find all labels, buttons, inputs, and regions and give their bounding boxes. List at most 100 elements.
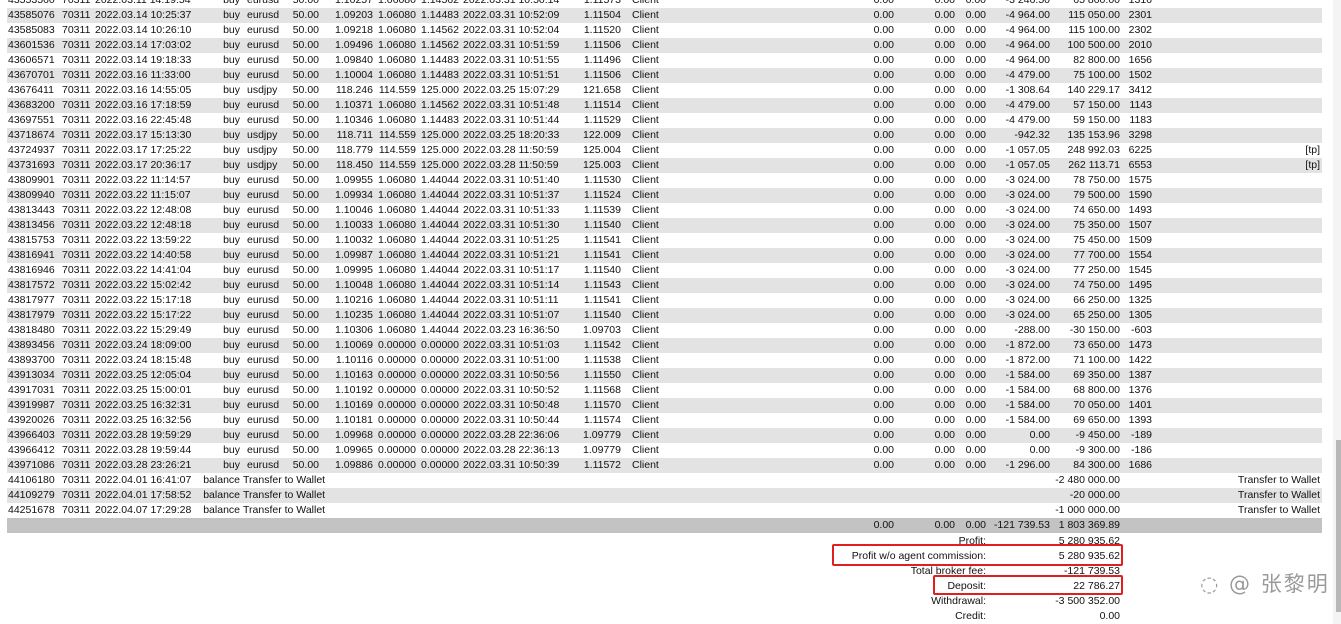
broker-fee-cell: -1 584.00 [1005,414,1050,426]
symbol-cell: eurusd [247,9,280,21]
stop-loss-cell: 1.06080 [378,69,416,81]
commission-cell: 0.00 [873,219,894,231]
commission-cell: 0.00 [873,384,894,396]
table-row[interactable]: 43917031 70311 2022.03.25 15:00:01 buy eurus… [7,383,1322,398]
symbol-cell: eurusd [247,219,280,231]
table-row[interactable]: 43816941 70311 2022.03.22 14:40:58 buy eurus… [7,248,1322,263]
close-price-cell: 1.11530 [583,174,621,186]
profit-cell: 65 250.00 [1073,309,1120,321]
balance-row[interactable]: 44106180 70311 2022.04.01 16:41:07 balance T… [7,473,1322,488]
fee-cell: 0.00 [934,249,955,261]
table-row[interactable]: 43697551 70311 2022.03.16 22:45:48 buy eurus… [7,113,1322,128]
table-row[interactable]: 43809901 70311 2022.03.22 11:14:57 buy eurus… [7,173,1322,188]
table-row[interactable]: 43893456 70311 2022.03.24 18:09:00 buy eurus… [7,338,1322,353]
table-row[interactable]: 43724937 70311 2022.03.17 17:25:22 buy usdjp… [7,143,1322,158]
table-row[interactable]: 43919987 70311 2022.03.25 16:32:31 buy eurus… [7,398,1322,413]
fee-cell: 0.00 [934,129,955,141]
scrollbar-thumb[interactable] [1336,440,1341,612]
fee-cell: 0.00 [934,324,955,336]
type-cell: buy [223,144,240,156]
login-cell: 70311 [62,369,91,381]
table-row[interactable]: 43966412 70311 2022.03.28 19:59:44 buy eurus… [7,443,1322,458]
table-row[interactable]: 43813443 70311 2022.03.22 12:48:08 buy eurus… [7,203,1322,218]
table-row[interactable]: 43585083 70311 2022.03.14 10:26:10 buy eurus… [7,23,1322,38]
table-row[interactable]: 43816946 70311 2022.03.22 14:41:04 buy eurus… [7,263,1322,278]
table-row[interactable]: 43817572 70311 2022.03.22 15:02:42 buy eurus… [7,278,1322,293]
table-row[interactable]: 43893700 70311 2022.03.24 18:15:48 buy eurus… [7,353,1322,368]
volume-cell: 50.00 [292,384,319,396]
commission-cell: 0.00 [873,189,894,201]
commission-cell: 0.00 [873,459,894,471]
table-row[interactable]: 43683200 70311 2022.03.16 17:18:59 buy eurus… [7,98,1322,113]
comment-cell: Client [632,144,659,156]
table-row[interactable]: 43718674 70311 2022.03.17 15:13:30 buy usdjp… [7,128,1322,143]
table-row[interactable]: 43606571 70311 2022.03.14 19:18:33 buy eurus… [7,53,1322,68]
comment-cell: Client [632,444,659,456]
stop-loss-cell: 0.00000 [378,399,416,411]
open-price-cell: 1.09840 [335,54,373,66]
close-price-cell: 1.11538 [583,354,621,366]
type-cell: buy [223,324,240,336]
pips-cell: 3298 [1128,129,1152,141]
ticket-cell: 43809940 [8,189,55,201]
pips-cell: -189 [1130,429,1152,441]
table-row[interactable]: 43670701 70311 2022.03.16 11:33:00 buy eurus… [7,68,1322,83]
stop-loss-cell: 1.06080 [378,219,416,231]
open-time-cell: 2022.03.17 20:36:17 [95,159,192,171]
type-cell: buy [223,204,240,216]
commission-cell: 0.00 [873,429,894,441]
totals-row[interactable]: 0.00 0.00 0.00 -121 739.53 1 803 369.89 [7,518,1322,533]
table-row[interactable]: 43813456 70311 2022.03.22 12:48:18 buy eurus… [7,218,1322,233]
volume-cell: 50.00 [292,324,319,336]
stop-loss-cell: 1.06080 [378,249,416,261]
symbol-cell: eurusd [247,459,280,471]
close-time-cell: 2022.03.28 11:50:59 [463,159,559,171]
table-row[interactable]: 43817977 70311 2022.03.22 15:17:18 buy eurus… [7,293,1322,308]
balance-row[interactable]: 44109279 70311 2022.04.01 17:58:52 balance T… [7,488,1322,503]
type-cell: buy [223,129,240,141]
broker-fee-cell: -3 024.00 [1005,294,1050,306]
table-row[interactable]: 43920026 70311 2022.03.25 16:32:56 buy eurus… [7,413,1322,428]
take-profit-cell: 1.44044 [421,219,459,231]
table-row[interactable]: 43913034 70311 2022.03.25 12:05:04 buy eurus… [7,368,1322,383]
table-row[interactable]: 43809940 70311 2022.03.22 11:15:07 buy eurus… [7,188,1322,203]
stop-loss-cell: 114.559 [378,144,416,156]
login-cell: 70311 [62,144,91,156]
close-time-cell: 2022.03.31 10:51:40 [463,174,560,186]
stop-loss-cell: 0.00000 [378,354,416,366]
login-cell: 70311 [62,279,91,291]
take-profit-cell: 1.14562 [421,39,459,51]
table-row[interactable]: 43971086 70311 2022.03.28 23:26:21 buy eurus… [7,458,1322,473]
table-row[interactable]: 43731693 70311 2022.03.17 20:36:17 buy usdjp… [7,158,1322,173]
close-price-cell: 125.003 [583,159,621,171]
balance-row[interactable]: 44251678 70311 2022.04.07 17:29:28 balance T… [7,503,1322,518]
symbol-cell: eurusd [247,189,280,201]
type-cell: buy [223,429,240,441]
swap-cell: 0.00 [965,99,986,111]
broker-fee-cell: -288.00 [1014,324,1050,336]
comment-cell: Client [632,324,659,336]
commission-cell: 0.00 [873,144,894,156]
comment-cell: Client [632,114,659,126]
commission-cell: 0.00 [873,114,894,126]
broker-fee-cell: -3 024.00 [1005,249,1050,261]
open-price-cell: 1.10346 [335,114,373,126]
table-row[interactable]: 43818480 70311 2022.03.22 15:29:49 buy eurus… [7,323,1322,338]
table-row[interactable]: 43815753 70311 2022.03.22 13:59:22 buy eurus… [7,233,1322,248]
ticket-cell: 43676411 [8,84,54,96]
comment-cell: Client [632,234,659,246]
table-row[interactable]: 43676411 70311 2022.03.16 14:55:05 buy usdjp… [7,83,1322,98]
summary-value: 5 280 935.62 [1058,535,1120,547]
broker-fee-cell: -4 964.00 [1005,39,1050,51]
table-row[interactable]: 43553560 70311 2022.03.11 14:19:54 buy eurus… [7,0,1322,8]
table-row[interactable]: 43601536 70311 2022.03.14 17:03:02 buy eurus… [7,38,1322,53]
amount-cell: -20 000.00 [1069,489,1120,501]
login-cell: 70311 [62,474,91,486]
open-price-cell: 118.450 [335,159,373,171]
open-time-cell: 2022.03.25 16:32:31 [95,399,192,411]
table-row[interactable]: 43585076 70311 2022.03.14 10:25:37 buy eurus… [7,8,1322,23]
table-row[interactable]: 43817979 70311 2022.03.22 15:17:22 buy eurus… [7,308,1322,323]
stop-loss-cell: 114.559 [378,129,416,141]
broker-fee-cell: -1 584.00 [1005,384,1050,396]
table-row[interactable]: 43966403 70311 2022.03.28 19:59:29 buy eurus… [7,428,1322,443]
